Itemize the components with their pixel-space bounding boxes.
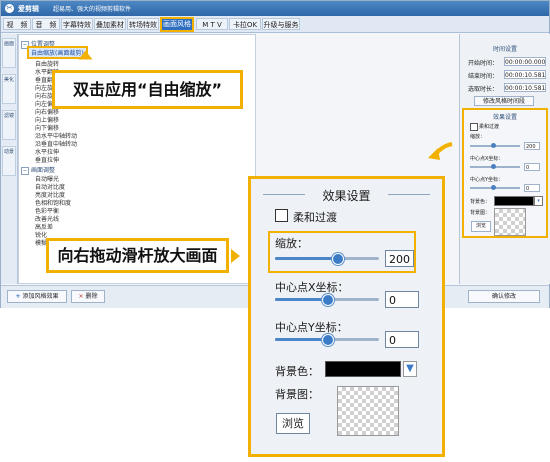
time-settings-title: 时间设置 <box>492 46 517 53</box>
center-x-slider-fill <box>275 298 327 301</box>
center-y-slider-knob[interactable] <box>322 334 334 346</box>
center-x-slider-knob[interactable] <box>322 294 334 306</box>
small-smooth-checkbox[interactable] <box>470 123 478 131</box>
center-y-field[interactable]: 0 <box>385 331 419 348</box>
small-zoom-field[interactable]: 200 <box>524 142 540 150</box>
duration-label: 选取时长： <box>468 86 499 93</box>
bg-color-label: 背景色： <box>275 365 319 378</box>
tab-audio[interactable]: 音 频 <box>32 18 60 30</box>
browse-button[interactable]: 浏览 <box>276 413 310 434</box>
center-x-label: 中心点X坐标： <box>275 281 349 294</box>
zoom-label: 缩放： <box>275 237 308 250</box>
callout-double-click: 双击应用“自由缩放” <box>52 70 243 109</box>
title-bar: ✂ 爱剪辑 超易用、强大的视频剪辑软件 <box>1 1 549 16</box>
curved-arrow-icon <box>428 142 453 160</box>
small-cx-knob[interactable] <box>491 164 496 169</box>
add-style-effect-label: 添加风格效果 <box>22 293 59 300</box>
vtab-motion-label: 动景 <box>3 149 14 155</box>
small-cy-label: 中心点Y坐标： <box>470 177 504 183</box>
vtab-beautify-label: 美化 <box>3 77 14 83</box>
app-logo-icon: ✂ <box>5 4 14 13</box>
small-bg-image-preview <box>494 208 526 236</box>
tab-video[interactable]: 视 频 <box>3 18 31 30</box>
center-y-label: 中心点Y坐标： <box>275 321 348 334</box>
confirm-modify-button[interactable]: 确认修改 <box>468 290 540 303</box>
small-cy-field[interactable]: 0 <box>524 184 540 192</box>
bg-image-label: 背景图： <box>275 388 319 401</box>
chevron-down-icon[interactable]: ▼ <box>403 361 417 377</box>
small-bg-image-label: 背景图： <box>470 210 491 216</box>
small-effects-title: 效果设置 <box>492 114 517 121</box>
end-time-label: 结束时间： <box>468 73 499 80</box>
vtab-picture-label: 画面 <box>3 41 14 47</box>
vtab-beautify[interactable]: 美化 <box>2 74 16 104</box>
delete-label: 删除 <box>85 293 98 300</box>
small-bg-color-label: 背景色： <box>470 199 491 205</box>
small-effect-settings: 效果设置 柔和过渡 缩放： 200 中心点X坐标： 0 中心点Y坐标： 0 背景… <box>462 108 548 238</box>
delete-icon: × <box>78 293 84 300</box>
bg-image-preview <box>337 386 399 436</box>
tab-mtv[interactable]: M T V <box>196 18 228 30</box>
zoom-panel-title: 效果设置 <box>322 189 371 203</box>
vtab-filter-label: 滤镜 <box>3 113 14 119</box>
bg-color-picker[interactable] <box>325 361 401 377</box>
smooth-transition-checkbox[interactable] <box>275 209 288 222</box>
tab-overlay[interactable]: 叠加素材 <box>94 18 126 30</box>
small-browse-button[interactable]: 浏览 <box>471 221 491 232</box>
tab-karaoke[interactable]: 卡拉OK <box>229 18 261 30</box>
callout-pointer-icon <box>78 50 93 60</box>
start-time-field[interactable]: 00:00:00.000 <box>504 57 546 66</box>
add-style-effect-button[interactable]: + 添加风格效果 <box>7 290 67 303</box>
small-bg-color-picker[interactable] <box>494 196 534 206</box>
vtab-motion[interactable]: 动景 <box>2 146 16 176</box>
callout-arrow-right-icon <box>231 249 240 263</box>
smooth-transition-label: 柔和过渡 <box>293 211 337 224</box>
zoom-slider-fill <box>275 257 337 260</box>
small-cy-knob[interactable] <box>491 185 496 190</box>
tab-upgrade-service[interactable]: 升级与服务 <box>262 18 300 30</box>
center-y-slider-fill <box>275 338 327 341</box>
end-time-field[interactable]: 00:00:10.581 <box>504 70 546 79</box>
left-vertical-tabs: 画面 美化 滤镜 动景 <box>1 34 18 284</box>
small-cx-field[interactable]: 0 <box>524 163 540 171</box>
zoom-value-field[interactable]: 200 <box>385 250 414 267</box>
small-zoom-knob[interactable] <box>491 143 496 148</box>
tab-subtitle-effects[interactable]: 字幕特效 <box>61 18 93 30</box>
delete-button[interactable]: × 删除 <box>71 290 105 303</box>
app-name: 爱剪辑 <box>18 5 39 13</box>
duration-field[interactable]: 00:00:10.581 <box>504 83 546 92</box>
zoom-slider-knob[interactable] <box>332 253 344 265</box>
start-time-label: 开始时间： <box>468 60 499 67</box>
callout-drag-slider: 向右拖动滑杆放大画面 <box>46 238 229 273</box>
modify-time-range-button[interactable]: 修改风格时间段 <box>474 96 534 106</box>
menu-bar: 视 频 音 频 字幕特效 叠加素材 转场特效 画面风格 M T V 卡拉OK 升… <box>1 16 549 33</box>
tab-picture-style[interactable]: 画面风格 <box>160 17 194 32</box>
app-slogan: 超易用、强大的视频剪辑软件 <box>53 6 132 13</box>
small-zoom-label: 缩放： <box>470 134 486 140</box>
vtab-picture[interactable]: 画面 <box>2 38 16 68</box>
title-divider-right <box>388 194 430 195</box>
vtab-filter[interactable]: 滤镜 <box>2 110 16 140</box>
small-chevron-down-icon[interactable]: ▾ <box>534 196 543 206</box>
plus-icon: + <box>15 293 21 300</box>
small-smooth-label: 柔和过渡 <box>479 124 500 130</box>
small-cx-label: 中心点X坐标： <box>470 156 504 162</box>
list-item[interactable]: 垂直拉伸 <box>35 155 59 164</box>
tab-transition[interactable]: 转场特效 <box>127 18 159 30</box>
zoomed-effect-settings: 效果设置 柔和过渡 缩放： 200 中心点X坐标： 0 中心点Y坐标： 0 背景… <box>248 176 445 457</box>
center-x-field[interactable]: 0 <box>385 291 419 308</box>
